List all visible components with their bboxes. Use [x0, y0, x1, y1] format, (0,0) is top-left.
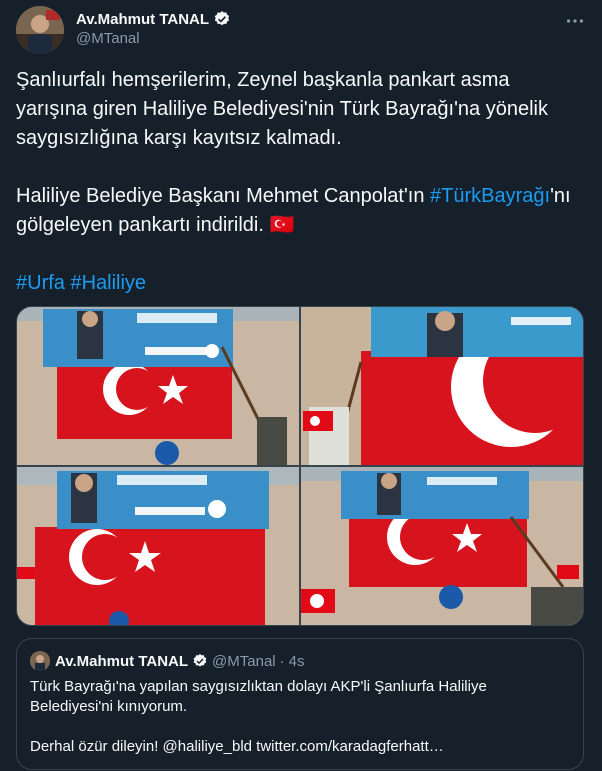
author-avatar[interactable]	[16, 6, 64, 54]
media-photo-4[interactable]	[301, 467, 583, 625]
quoted-timestamp: 4s	[288, 652, 305, 670]
media-photo-2[interactable]	[301, 307, 583, 465]
author-handle[interactable]: @MTanal	[76, 30, 140, 47]
tweet-header: Av.Mahmut TANAL @MTanal	[16, 6, 586, 56]
quoted-author-handle: @MTanal	[212, 652, 276, 670]
verified-badge-icon	[193, 654, 207, 667]
quoted-text-line-2: Derhal özür dileyin! @haliliye_bld twitt…	[30, 738, 444, 755]
hashtag-turkbayragi[interactable]: #TürkBayrağı	[430, 185, 550, 207]
turkey-flag-emoji-icon: 🇹🇷	[269, 214, 295, 236]
quoted-author-name: Av.Mahmut TANAL	[55, 652, 189, 670]
tweet-text-paragraph-2: Haliliye Belediye Başkanı Mehmet Canpola…	[16, 185, 431, 207]
quoted-text-line-1: Türk Bayrağı'na yapılan saygısızlıktan d…	[30, 678, 487, 715]
quoted-author-avatar	[30, 651, 50, 671]
media-grid	[16, 306, 584, 626]
hashtag-urfa[interactable]: #Urfa	[16, 272, 65, 294]
verified-badge-icon	[214, 11, 230, 26]
more-options-icon[interactable]	[564, 10, 586, 32]
quoted-tweet[interactable]: Av.Mahmut TANAL @MTanal · 4s Türk Bayrağ…	[16, 638, 584, 770]
media-photo-1[interactable]	[17, 307, 299, 465]
separator-dot: ·	[279, 652, 285, 670]
tweet-text: Şanlıurfalı hemşerilerim, Zeynel başkanl…	[16, 66, 586, 298]
author-name[interactable]: Av.Mahmut TANAL	[76, 11, 209, 28]
hashtag-haliliye[interactable]: #Haliliye	[70, 272, 146, 294]
tweet-text-paragraph-1: Şanlıurfalı hemşerilerim, Zeynel başkanl…	[16, 69, 554, 149]
media-photo-3[interactable]	[17, 467, 299, 625]
